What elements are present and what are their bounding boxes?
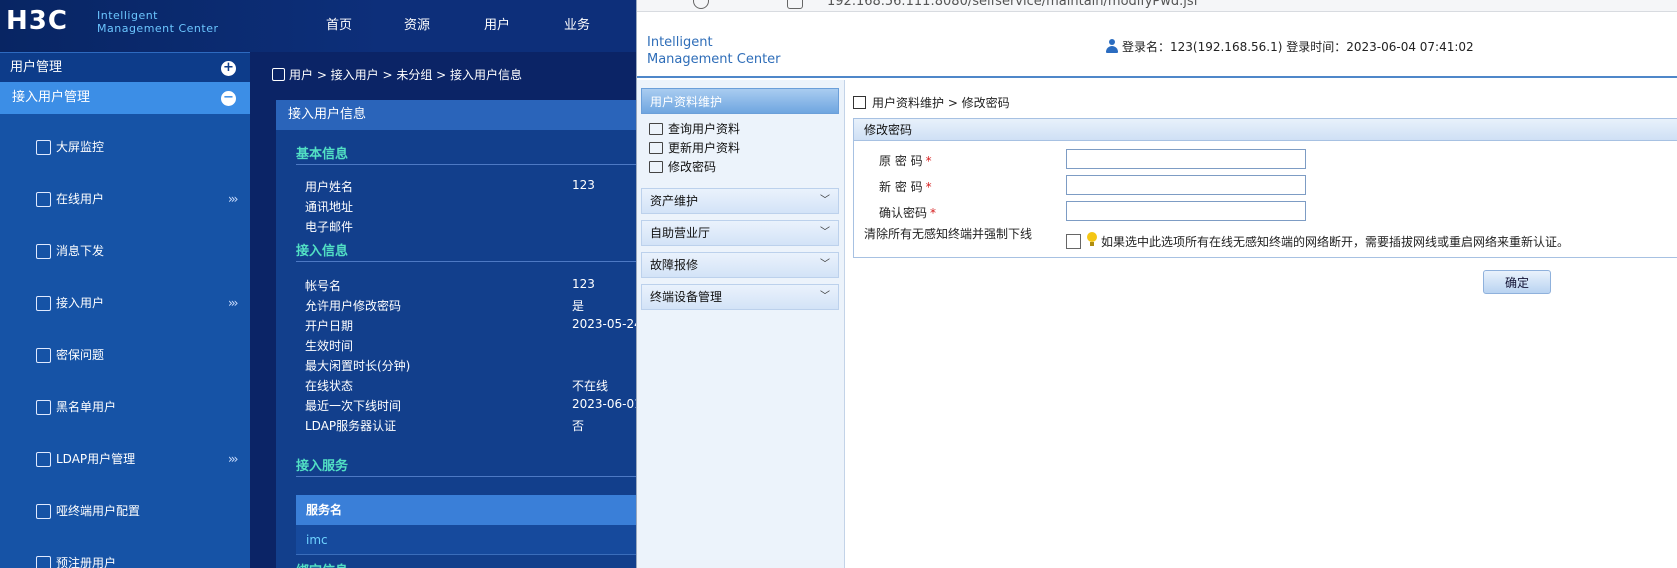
user-detail-panel: 接入用户信息 基本信息 用户姓名 123 通讯地址 电子邮件 接入信息 帐号名 12… [276,100,636,568]
sidebar-item-blacklist[interactable]: 黑名单用户 [0,392,250,422]
lightbulb-icon [1086,232,1098,248]
nav-group-fault[interactable]: 故障报修 ﹀ [641,252,839,278]
bind-info-title: 绑定信息 [296,560,348,568]
user-folder-icon [272,68,285,81]
sidebar-section-user-mgmt[interactable]: 用户管理 + [0,52,250,82]
nav-group-terminal[interactable]: 终端设备管理 ﹀ [641,284,839,310]
nav-update-profile[interactable]: 更新用户资料 [649,139,740,156]
confirm-button[interactable]: 确定 [1483,270,1551,294]
sidebar-item-security-question[interactable]: 密保问题 [0,340,250,370]
topnav-home[interactable]: 首页 [326,14,352,33]
user-icon [1105,39,1119,53]
sidebar-divider [250,52,260,568]
ldap-icon [36,452,51,467]
old-password-label: 原 密 码 * [879,154,932,168]
panel-title: 接入用户信息 [276,100,636,130]
expand-arrows-icon[interactable]: ››› [228,184,239,214]
nav-query-profile[interactable]: 查询用户资料 [649,120,740,137]
basic-info-title: 基本信息 [296,147,349,162]
reload-icon[interactable] [693,0,709,9]
topnav-business[interactable]: 业务 [564,14,590,33]
sidebar-item-access-user[interactable]: 接入用户 ››› [0,288,250,318]
sidebar-item-screen-monitor[interactable]: 大屏监控 [0,132,250,162]
chevron-down-icon: ﹀ [820,259,830,270]
blacklist-icon [36,400,51,415]
sidebar-item-dumb-terminal[interactable]: 哑终端用户配置 [0,496,250,526]
service-table-header: 服务名 [296,495,636,525]
update-profile-icon [649,142,663,154]
admin-topbar: H3C Intelligent Management Center 首页 资源 … [0,0,636,52]
sidebar-item-preregister[interactable]: 预注册用户 [0,548,250,568]
not-secure-icon[interactable] [787,0,803,9]
form-title: 修改密码 [854,119,1677,141]
expand-arrows-icon[interactable]: ››› [228,444,239,474]
online-user-icon [36,192,51,207]
query-profile-icon [649,123,663,135]
edit-icon [649,161,663,173]
preregister-icon [36,556,51,568]
main-breadcrumb: 用户资料维护 > 修改密码 [853,94,1010,111]
ssw-nav: 用户资料维护 查询用户资料 更新用户资料 修改密码 资产维护 ﹀ 自助营业厅 ﹀ 故… [637,80,845,568]
edit-icon [853,96,866,109]
login-info: 登录名：123(192.168.56.1) 登录时间：2023-06-04 07… [1105,38,1474,55]
question-icon [36,348,51,363]
sidebar-item-message[interactable]: 消息下发 [0,236,250,266]
sidebar-item-access-user-mgmt[interactable]: 接入用户管理 − [0,82,250,114]
confirm-password-label: 确认密码 * [879,206,937,220]
expand-arrows-icon[interactable]: ››› [228,288,239,318]
admin-console: H3C Intelligent Management Center 首页 资源 … [0,0,636,568]
old-password-input[interactable] [1066,149,1306,169]
message-icon [36,244,51,259]
dumb-terminal-icon [36,504,51,519]
topnav-user[interactable]: 用户 [484,14,510,33]
chevron-down-icon: ﹀ [820,195,830,206]
nav-user-profile[interactable]: 用户资料维护 [641,88,839,114]
sidebar-item-ldap[interactable]: LDAP用户管理 ››› [0,444,250,474]
change-password-form: 修改密码 原 密 码 * 新 密 码 * 确认密码 * 清除所有无感知终端并强制下线 … [853,118,1677,258]
browser-address-bar: 192.168.56.111:8080/selfservice/maintain… [637,0,1677,12]
sidebar-item-online-user[interactable]: 在线用户 ››› [0,184,250,214]
new-password-input[interactable] [1066,175,1306,195]
service-table-row[interactable]: imc [296,525,636,555]
access-service-title: 接入服务 [296,459,349,474]
force-offline-hint: 如果选中此选项所有在线无感知终端的网络断开，需要插拔网线或重启网络来重新认证。 [1101,235,1570,249]
h3c-logo: H3C [6,6,68,36]
imc-logo-text: Intelligent Management Center [97,9,219,35]
force-offline-checkbox[interactable] [1066,234,1081,249]
chevron-down-icon: ﹀ [820,291,830,302]
ssw-header: Intelligent Management Center 登录名：123(19… [637,12,1677,78]
self-service-window: 192.168.56.111:8080/selfservice/maintain… [636,0,1677,568]
ssw-main: 用户资料维护 > 修改密码 修改密码 原 密 码 * 新 密 码 * 确认密码 * 清… [853,80,1677,568]
imc-logo: Intelligent Management Center [647,35,781,67]
admin-sidebar: 用户管理 + 接入用户管理 − 大屏监控 在线用户 ››› 消息下发 接入用户 ››… [0,52,250,568]
nav-change-password[interactable]: 修改密码 [649,158,716,175]
url-text[interactable]: 192.168.56.111:8080/selfservice/maintain… [827,0,1198,9]
admin-breadcrumb: 用户 > 接入用户 > 未分组 > 接入用户信息 [272,66,522,83]
new-password-label: 新 密 码 * [879,180,932,194]
access-info-title: 接入信息 [296,244,349,259]
collapse-minus-icon[interactable]: − [221,91,236,106]
access-user-icon [36,296,51,311]
nav-group-hall[interactable]: 自助营业厅 ﹀ [641,220,839,246]
force-offline-label: 清除所有无感知终端并强制下线 [864,227,1033,241]
confirm-password-input[interactable] [1066,201,1306,221]
monitor-icon [36,140,51,155]
chevron-down-icon: ﹀ [820,227,830,238]
nav-group-asset[interactable]: 资产维护 ﹀ [641,188,839,214]
topnav-resource[interactable]: 资源 [404,14,430,33]
expand-plus-icon[interactable]: + [221,61,236,76]
